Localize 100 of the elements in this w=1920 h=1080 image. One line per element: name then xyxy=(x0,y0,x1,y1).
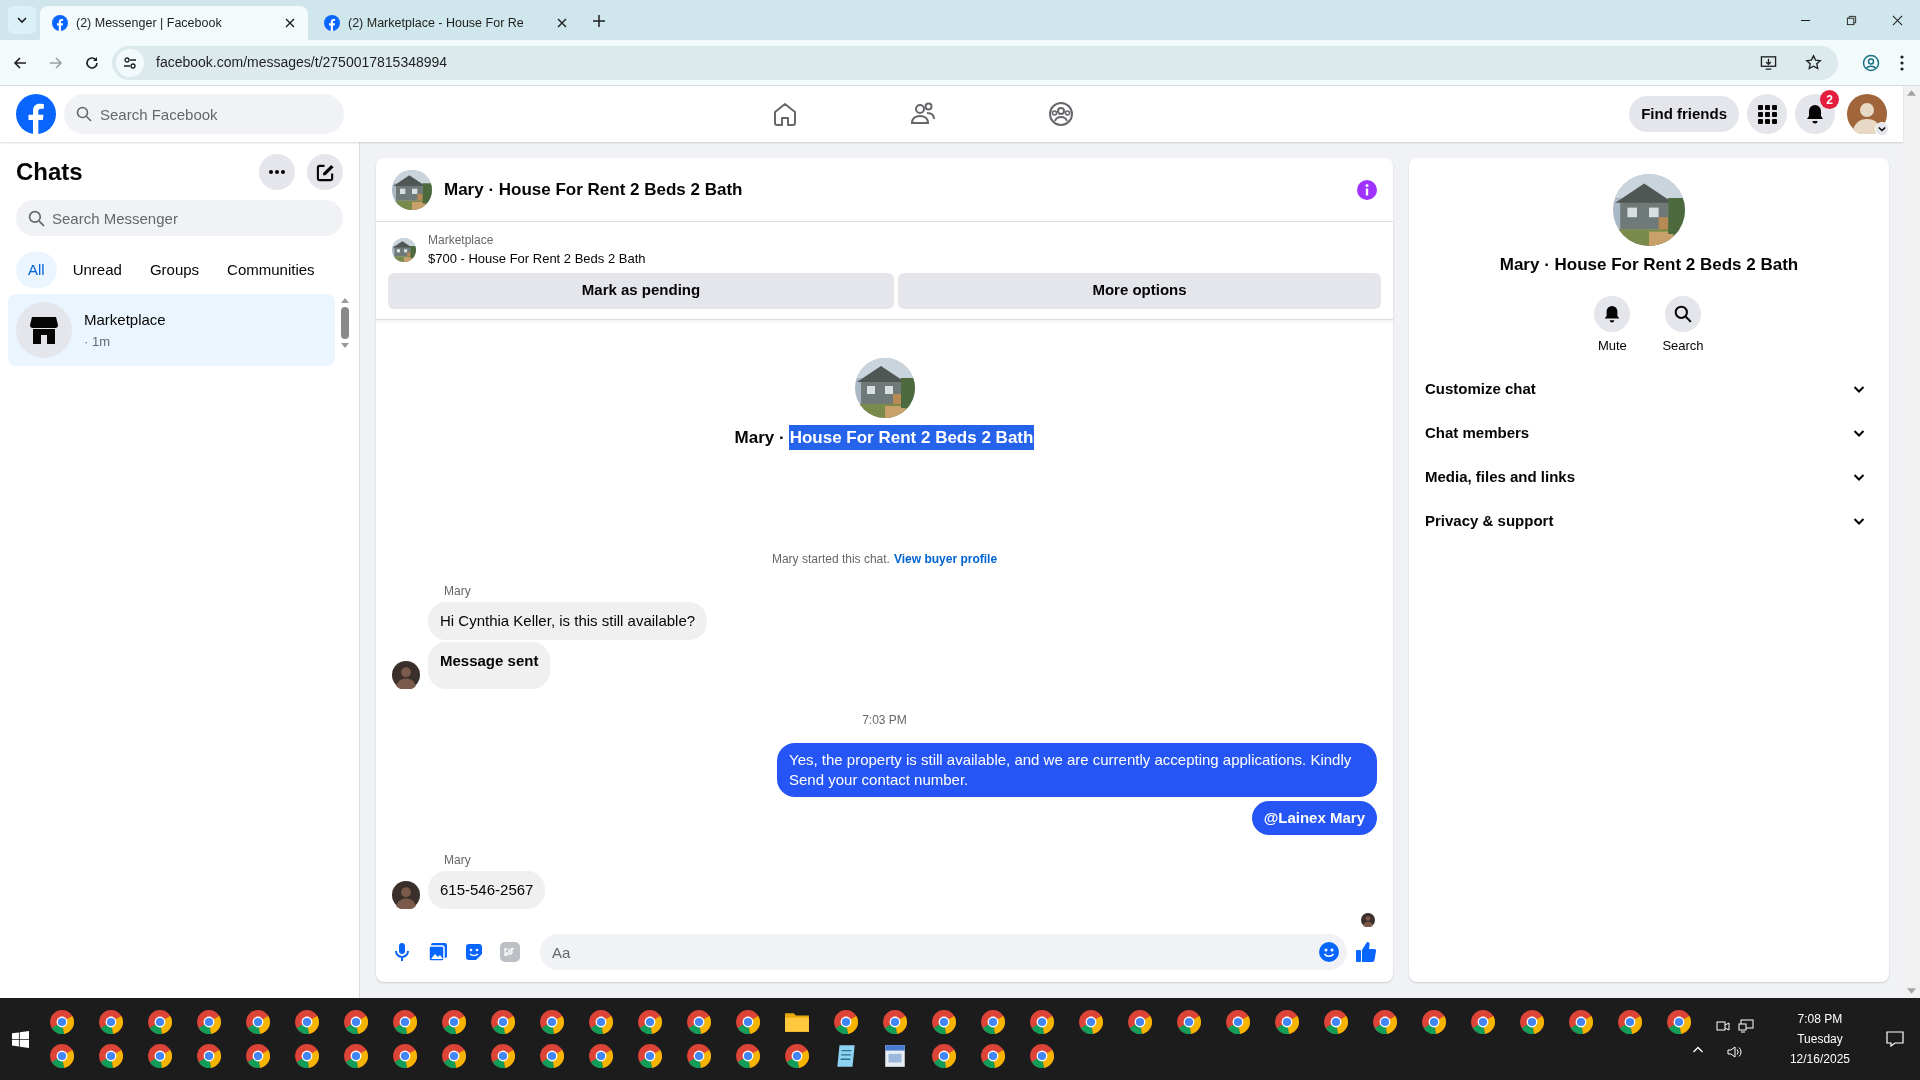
browser-icon[interactable] xyxy=(244,1009,271,1035)
browser-icon[interactable] xyxy=(783,1043,810,1069)
browser-icon[interactable] xyxy=(293,1043,320,1069)
browser-icon[interactable] xyxy=(538,1009,565,1035)
friends-icon[interactable] xyxy=(910,101,936,127)
browser-icon[interactable] xyxy=(1567,1009,1594,1035)
browser-icon[interactable] xyxy=(832,1009,859,1035)
browser-icon[interactable] xyxy=(1322,1009,1349,1035)
buyer-profile-link[interactable]: View buyer profile xyxy=(893,550,998,568)
like-icon[interactable] xyxy=(1355,941,1377,963)
new-tab-icon[interactable] xyxy=(592,14,606,28)
volume-icon[interactable] xyxy=(1726,1045,1743,1059)
emoji-icon[interactable] xyxy=(1319,942,1339,962)
browser-icon[interactable] xyxy=(930,1009,957,1035)
browser-icon[interactable] xyxy=(538,1043,565,1069)
filter-tab[interactable]: Unread xyxy=(60,252,134,288)
install-icon[interactable] xyxy=(1760,54,1777,71)
listing-button[interactable]: More options xyxy=(898,272,1381,309)
windows-start-icon[interactable] xyxy=(11,1030,29,1048)
browser-icon[interactable] xyxy=(1665,1009,1692,1035)
browser-icon[interactable] xyxy=(244,1043,271,1069)
browser-icon[interactable] xyxy=(391,1009,418,1035)
browser-icon[interactable] xyxy=(1469,1009,1496,1035)
browser-icon[interactable] xyxy=(881,1009,908,1035)
browser-icon[interactable] xyxy=(1518,1009,1545,1035)
browser-icon[interactable] xyxy=(1028,1009,1055,1035)
meeting-icon[interactable] xyxy=(1715,1019,1730,1033)
browser-tab[interactable]: (2) Messenger | Facebook xyxy=(40,6,308,40)
filter-tab[interactable]: All xyxy=(16,252,57,288)
section-row[interactable]: Media, files and links xyxy=(1425,455,1873,499)
browser-icon[interactable] xyxy=(146,1043,173,1069)
restore-icon[interactable] xyxy=(1845,14,1857,26)
filter-tab[interactable]: Groups xyxy=(137,252,212,288)
close-icon[interactable] xyxy=(284,17,296,29)
browser-icon[interactable] xyxy=(734,1043,761,1069)
browser-icon[interactable] xyxy=(489,1009,516,1035)
reload-icon[interactable] xyxy=(84,54,100,71)
browser-icon[interactable] xyxy=(440,1009,467,1035)
more-button[interactable] xyxy=(259,154,295,190)
browser-icon[interactable] xyxy=(1616,1009,1643,1035)
photo-icon[interactable] xyxy=(428,942,448,962)
close-icon[interactable] xyxy=(1891,14,1903,26)
browser-icon[interactable] xyxy=(1028,1043,1055,1069)
browser-icon[interactable] xyxy=(1126,1009,1153,1035)
address-field[interactable]: facebook.com/messages/t/2750017815348994 xyxy=(112,45,1838,80)
browser-icon[interactable] xyxy=(489,1043,516,1069)
browser-icon[interactable] xyxy=(587,1043,614,1069)
browser-icon[interactable] xyxy=(342,1009,369,1035)
section-row[interactable]: Customize chat xyxy=(1425,367,1873,411)
facebook-logo[interactable] xyxy=(16,94,56,134)
find-friends-button[interactable]: Find friends xyxy=(1629,96,1739,132)
browser-icon[interactable] xyxy=(1420,1009,1447,1035)
scroll-down-icon[interactable] xyxy=(341,343,349,348)
browser-icon[interactable] xyxy=(1224,1009,1251,1035)
browser-icon[interactable] xyxy=(195,1043,222,1069)
browser-icon[interactable] xyxy=(195,1009,222,1035)
browser-icon[interactable] xyxy=(1273,1009,1300,1035)
browser-tab[interactable]: (2) Marketplace - House For Re xyxy=(312,6,580,40)
browser-icon[interactable] xyxy=(342,1043,369,1069)
filter-tab[interactable]: Communities xyxy=(215,252,327,288)
browser-icon[interactable] xyxy=(97,1009,124,1035)
clock[interactable]: 7:08 PM Tuesday 12/16/2025 xyxy=(1789,1009,1850,1069)
tab-list-icon[interactable] xyxy=(8,6,36,34)
browser-icon[interactable] xyxy=(1175,1009,1202,1035)
browser-icon[interactable] xyxy=(440,1043,467,1069)
groups-icon[interactable] xyxy=(1048,101,1074,127)
info-icon[interactable] xyxy=(1357,179,1377,200)
search-field[interactable]: Search Messenger xyxy=(16,200,343,236)
browser-icon[interactable] xyxy=(587,1009,614,1035)
search-field[interactable]: Search Facebook xyxy=(64,94,344,134)
browser-icon[interactable] xyxy=(1077,1009,1104,1035)
browser-icon[interactable] xyxy=(979,1043,1006,1069)
scroll-up-icon[interactable] xyxy=(341,298,349,303)
chevron-down-icon[interactable] xyxy=(1878,125,1886,133)
menu-icon[interactable] xyxy=(1900,54,1904,71)
star-icon[interactable] xyxy=(1805,54,1822,71)
sticker-icon[interactable] xyxy=(464,942,484,962)
scrollbar-thumb[interactable] xyxy=(341,307,349,339)
section-row[interactable]: Privacy & support xyxy=(1425,499,1873,543)
browser-icon[interactable] xyxy=(48,1009,75,1035)
section-row[interactable]: Chat members xyxy=(1425,411,1873,455)
close-icon[interactable] xyxy=(556,17,568,29)
notification-icon[interactable] xyxy=(1886,1031,1904,1047)
browser-icon[interactable] xyxy=(979,1009,1006,1035)
network-icon[interactable] xyxy=(1737,1019,1754,1033)
message-input[interactable]: Aa xyxy=(540,934,1347,970)
browser-icon[interactable] xyxy=(1371,1009,1398,1035)
browser-icon[interactable] xyxy=(48,1043,75,1069)
back-icon[interactable] xyxy=(12,54,28,71)
browser-icon[interactable] xyxy=(391,1043,418,1069)
browser-icon[interactable] xyxy=(930,1043,957,1069)
browser-icon[interactable] xyxy=(636,1043,663,1069)
profile-icon[interactable] xyxy=(1862,53,1880,72)
microphone-icon[interactable] xyxy=(392,942,412,962)
browser-icon[interactable] xyxy=(636,1009,663,1035)
menu-button[interactable] xyxy=(1747,94,1787,134)
chat-list-item[interactable]: Marketplace · 1m xyxy=(8,294,335,366)
browser-icon[interactable] xyxy=(293,1009,320,1035)
new-message-button[interactable] xyxy=(307,154,343,190)
browser-icon[interactable] xyxy=(734,1009,761,1035)
